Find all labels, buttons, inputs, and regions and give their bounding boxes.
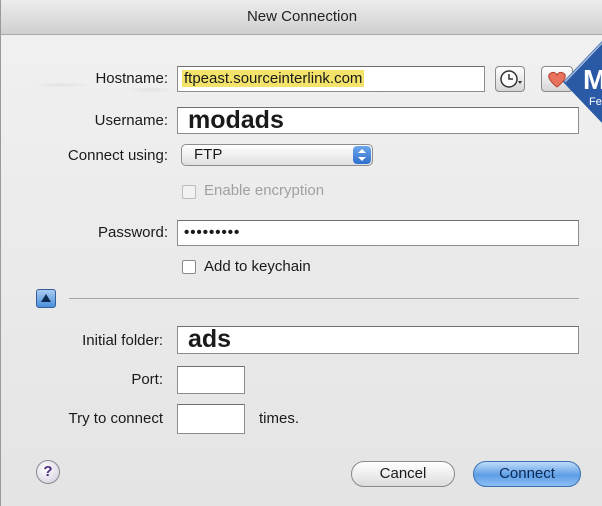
badge-letter: M xyxy=(583,64,602,95)
enable-encryption-checkbox[interactable] xyxy=(182,185,196,199)
popup-arrows-icon xyxy=(353,146,371,164)
connect-button[interactable]: Connect xyxy=(473,461,581,487)
window-title: New Connection xyxy=(1,0,602,35)
clock-icon xyxy=(500,70,522,88)
badge-subtext: Fe xyxy=(589,96,602,108)
help-button[interactable]: ? xyxy=(36,460,60,484)
initial-folder-label: Initial folder: xyxy=(82,332,163,349)
username-field[interactable]: modads xyxy=(177,107,579,134)
section-divider xyxy=(69,298,579,299)
hostname-field[interactable]: ftpeast.sourceinterlink.com xyxy=(177,66,485,92)
add-to-keychain-label: Add to keychain xyxy=(204,258,311,275)
port-field[interactable] xyxy=(177,366,245,394)
triangle-up-icon xyxy=(41,294,51,302)
port-label: Port: xyxy=(131,371,163,388)
add-to-keychain-checkbox[interactable] xyxy=(182,260,196,274)
magazine-corner-badge: M Fe xyxy=(563,40,602,124)
hostname-label: Hostname: xyxy=(95,70,168,87)
recent-servers-button[interactable] xyxy=(495,66,525,92)
new-connection-dialog: New Connection Hostname: ftpeast.sourcei… xyxy=(0,0,602,506)
username-label: Username: xyxy=(94,112,168,129)
times-label: times. xyxy=(259,410,300,427)
cancel-button[interactable]: Cancel xyxy=(351,461,455,487)
connect-using-label: Connect using: xyxy=(67,147,168,164)
protocol-value: FTP xyxy=(194,146,223,163)
initial-folder-field[interactable]: ads xyxy=(177,326,579,354)
options-disclosure-button[interactable] xyxy=(36,289,56,308)
retry-count-field[interactable] xyxy=(177,404,245,434)
hostname-value: ftpeast.sourceinterlink.com xyxy=(182,70,365,87)
password-field[interactable]: ••••••••• xyxy=(177,220,579,246)
try-to-connect-label: Try to connect xyxy=(68,410,163,427)
protocol-popup[interactable]: FTP xyxy=(181,144,373,166)
password-label: Password: xyxy=(97,224,168,241)
enable-encryption-label: Enable encryption xyxy=(204,182,325,199)
